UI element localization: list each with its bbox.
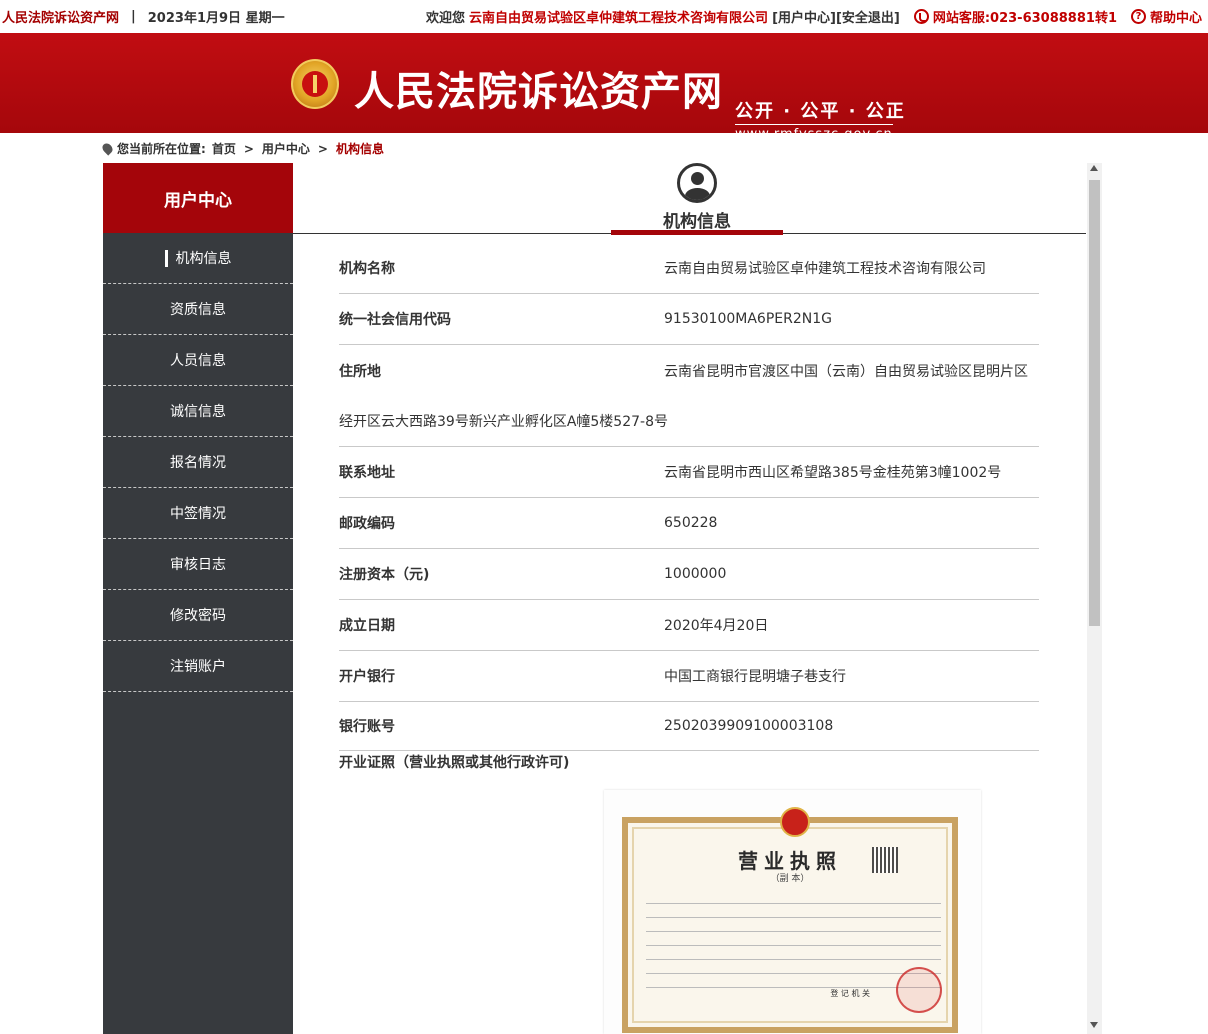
help-center-link[interactable]: 帮助中心 — [1150, 7, 1202, 26]
logout-link[interactable]: [安全退出] — [836, 7, 900, 26]
court-emblem-icon — [291, 59, 339, 109]
sidebar-item-personnel[interactable]: 人员信息 — [103, 335, 293, 386]
company-name-link[interactable]: 云南自由贸易试验区卓仲建筑工程技术咨询有限公司 — [469, 7, 768, 26]
sidebar-item-label: 机构信息 — [175, 251, 232, 267]
field-value: 经开区云大西路39号新兴产业孵化区A幢5楼527-8号 — [339, 414, 668, 430]
field-label: 开户银行 — [339, 669, 395, 685]
sidebar-item-label: 诚信信息 — [170, 404, 226, 420]
registration-authority: 登 记 机 关 — [830, 989, 870, 998]
info-row: 注册资本（元) 1000000 — [339, 549, 1039, 600]
separator: | — [131, 9, 136, 24]
official-seal-icon — [896, 967, 942, 1013]
user-avatar-icon — [677, 163, 717, 203]
info-row: 成立日期 2020年4月20日 — [339, 600, 1039, 651]
field-value: 云南省昆明市西山区希望路385号金桂苑第3幢1002号 — [664, 465, 1002, 481]
national-emblem-icon — [780, 807, 810, 837]
location-pin-icon — [100, 141, 115, 156]
current-date: 2023年1月9日 星期一 — [147, 11, 285, 26]
field-label: 联系地址 — [339, 465, 395, 481]
license-subtitle: （副 本） — [770, 874, 810, 884]
sidebar-item-audit-log[interactable]: 审核日志 — [103, 539, 293, 590]
field-label: 机构名称 — [339, 261, 395, 277]
main-content: 机构信息 机构名称 云南自由贸易试验区卓仲建筑工程技术咨询有限公司 统一社会信用… — [293, 163, 1086, 1034]
top-bar-right: 欢迎您 云南自由贸易试验区卓仲建筑工程技术咨询有限公司 [用户中心] [安全退出… — [426, 7, 1202, 26]
info-row: 机构名称 云南自由贸易试验区卓仲建筑工程技术咨询有限公司 — [339, 243, 1039, 294]
main-header: 机构信息 — [293, 163, 1086, 235]
page-title: 机构信息 — [663, 212, 731, 232]
sidebar-menu: 机构信息 资质信息 人员信息 诚信信息 报名情况 中签情况 审核日志 修改密码 … — [103, 233, 293, 692]
sidebar: 用户中心 机构信息 资质信息 人员信息 诚信信息 报名情况 中签情况 审核日志 … — [103, 163, 293, 1034]
active-indicator — [164, 249, 168, 267]
info-row-continued: 经开区云大西路39号新兴产业孵化区A幢5楼527-8号 — [339, 396, 1039, 447]
title-underline — [611, 230, 783, 235]
field-value: 91530100MA6PER2N1G — [664, 311, 832, 327]
field-value: 中国工商银行昆明塘子巷支行 — [664, 669, 846, 685]
field-label: 住所地 — [339, 363, 381, 380]
business-license-image[interactable]: 营业执照 （副 本） 登 记 机 关 — [604, 790, 981, 1034]
sidebar-item-label: 修改密码 — [170, 608, 226, 624]
info-row: 联系地址 云南省昆明市西山区希望路385号金桂苑第3幢1002号 — [339, 447, 1039, 498]
sidebar-item-label: 审核日志 — [170, 557, 226, 573]
top-bar: 人民法院诉讼资产网 | 2023年1月9日 星期一 欢迎您 云南自由贸易试验区卓… — [0, 0, 1208, 33]
field-value: 云南省昆明市官渡区中国（云南）自由贸易试验区昆明片区 — [664, 363, 1028, 380]
breadcrumb-home[interactable]: 首页 — [212, 140, 236, 157]
breadcrumb-separator: > — [317, 141, 328, 156]
question-icon: ? — [1130, 9, 1146, 24]
field-value: 云南自由贸易试验区卓仲建筑工程技术咨询有限公司 — [664, 261, 986, 277]
sidebar-title: 用户中心 — [103, 163, 293, 233]
sidebar-item-registration[interactable]: 报名情况 — [103, 437, 293, 488]
license-document: 营业执照 （副 本） 登 记 机 关 — [622, 807, 958, 1033]
welcome-text: 欢迎您 — [426, 11, 466, 26]
sidebar-item-label: 资质信息 — [170, 302, 226, 318]
sidebar-item-winning[interactable]: 中签情况 — [103, 488, 293, 539]
phone-icon — [913, 9, 929, 24]
info-row: 住所地 云南省昆明市官渡区中国（云南）自由贸易试验区昆明片区 — [339, 345, 1039, 396]
site-banner: 人民法院诉讼资产网 公开 · 公平 · 公正 www.rmfysszc.gov.… — [0, 33, 1208, 142]
scroll-up-arrow-icon[interactable] — [1090, 165, 1098, 171]
license-label: 开业证照（营业执照或其他行政许可) — [339, 755, 570, 771]
breadcrumb-user-center[interactable]: 用户中心 — [262, 140, 310, 157]
site-name[interactable]: 人民法院诉讼资产网 — [2, 7, 119, 26]
sidebar-item-change-password[interactable]: 修改密码 — [103, 590, 293, 641]
field-value: 2020年4月20日 — [664, 618, 769, 634]
sidebar-item-label: 注销账户 — [170, 659, 226, 675]
info-row: 统一社会信用代码 91530100MA6PER2N1G — [339, 294, 1039, 345]
license-title: 营业执照 — [738, 849, 842, 873]
field-value: 650228 — [664, 515, 718, 531]
sidebar-item-qualification[interactable]: 资质信息 — [103, 284, 293, 335]
scroll-down-arrow-icon[interactable] — [1090, 1022, 1098, 1028]
banner-slogan: 公开 · 公平 · 公正 — [735, 101, 906, 122]
field-label: 统一社会信用代码 — [339, 312, 451, 328]
scroll-thumb[interactable] — [1089, 180, 1100, 626]
field-label: 成立日期 — [339, 618, 395, 634]
breadcrumb-prefix: 您当前所在位置: — [117, 142, 206, 156]
info-row: 邮政编码 650228 — [339, 498, 1039, 549]
info-row: 开户银行 中国工商银行昆明塘子巷支行 — [339, 651, 1039, 702]
user-center-link[interactable]: [用户中心] — [772, 7, 836, 26]
info-row: 银行账号 2502039909100003108 — [339, 702, 1039, 751]
org-info-table: 机构名称 云南自由贸易试验区卓仲建筑工程技术咨询有限公司 统一社会信用代码 91… — [339, 243, 1039, 773]
sidebar-item-credit[interactable]: 诚信信息 — [103, 386, 293, 437]
sidebar-item-cancel-account[interactable]: 注销账户 — [103, 641, 293, 692]
hotline-text: 网站客服:023-63088881转1 — [932, 11, 1117, 26]
sidebar-item-org-info[interactable]: 机构信息 — [103, 233, 293, 284]
sidebar-item-label: 报名情况 — [170, 455, 226, 471]
breadcrumb: 您当前所在位置: 首页 > 用户中心 > 机构信息 — [100, 140, 384, 157]
breadcrumb-separator: > — [243, 141, 254, 156]
field-value: 2502039909100003108 — [664, 718, 834, 734]
field-label: 银行账号 — [339, 719, 395, 735]
banner-url: www.rmfysszc.gov.cn — [735, 124, 893, 142]
sidebar-item-label: 中签情况 — [170, 506, 226, 522]
field-label: 邮政编码 — [339, 516, 395, 532]
sidebar-item-label: 人员信息 — [170, 353, 226, 369]
field-value: 1000000 — [664, 566, 727, 582]
breadcrumb-current: 机构信息 — [335, 142, 384, 156]
vertical-scrollbar[interactable] — [1087, 163, 1102, 1034]
banner-title[interactable]: 人民法院诉讼资产网 — [354, 59, 723, 117]
qr-code-icon — [872, 847, 898, 873]
field-label: 注册资本（元) — [339, 567, 430, 583]
